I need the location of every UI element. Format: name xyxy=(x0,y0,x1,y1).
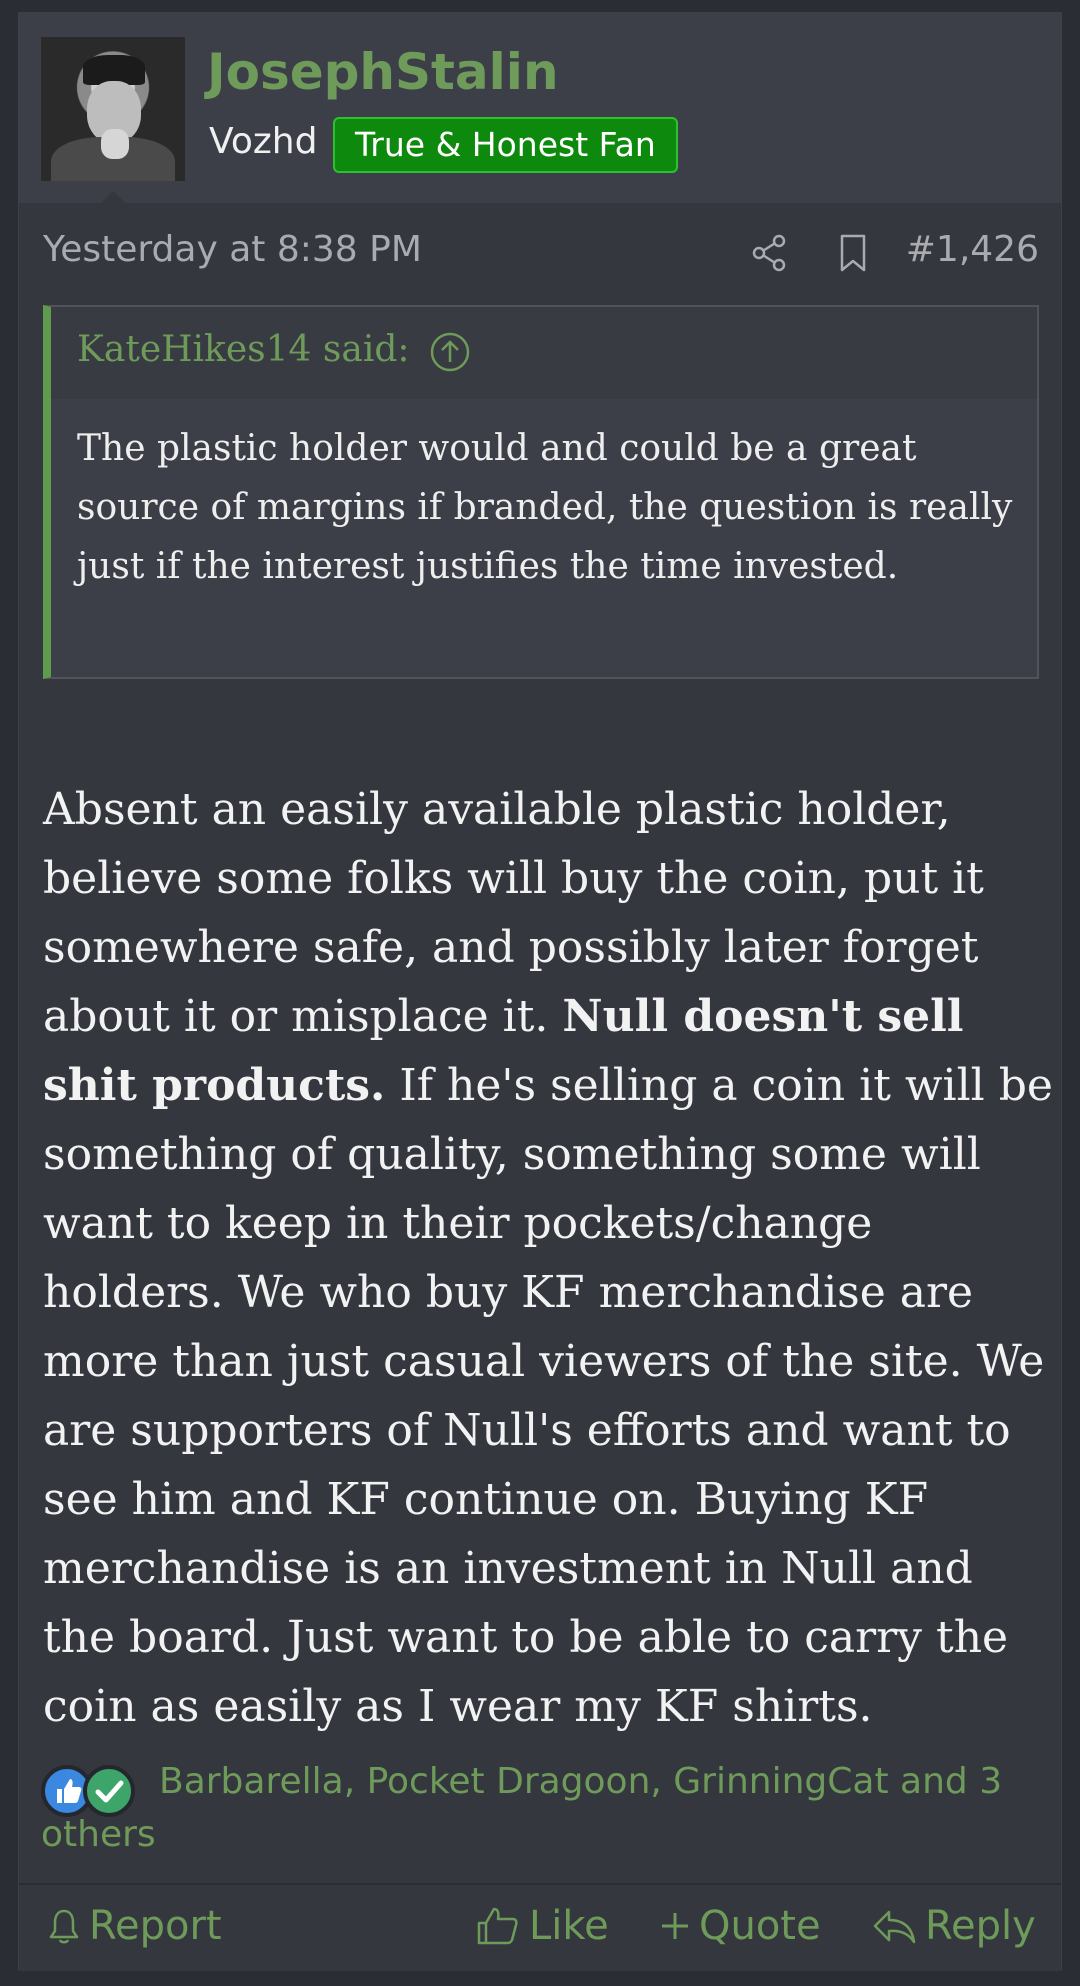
bookmark-icon[interactable] xyxy=(835,233,871,273)
post-card: JosephStalin Vozhd True & Honest Fan Yes… xyxy=(18,12,1062,1971)
thumbs-up-icon xyxy=(477,1907,518,1945)
like-label: Like xyxy=(529,1903,609,1949)
report-button[interactable]: Report xyxy=(47,1903,222,1949)
post-message: Absent an easily available plastic holde… xyxy=(43,775,1053,1741)
post-meta: Yesterday at 8:38 PM #1,426 xyxy=(19,221,1061,277)
like-button[interactable]: Like xyxy=(475,1903,609,1949)
avatar-notch xyxy=(101,191,125,203)
report-label: Report xyxy=(89,1903,222,1949)
arrow-up-circle-icon[interactable] xyxy=(429,331,471,373)
checkmark-reaction-icon xyxy=(83,1765,135,1817)
share-icon[interactable] xyxy=(749,233,789,273)
username[interactable]: JosephStalin xyxy=(207,43,559,101)
avatar[interactable] xyxy=(41,37,185,181)
user-banner: True & Honest Fan xyxy=(333,117,678,173)
quote-label: Quote xyxy=(699,1903,821,1949)
quote-button[interactable]: Quote xyxy=(659,1903,821,1949)
plus-icon xyxy=(662,1913,688,1939)
post-actions: Report Like Quote Reply xyxy=(19,1883,1061,1971)
reply-arrow-icon xyxy=(873,1910,916,1944)
message-text-2: If he's selling a coin it will be someth… xyxy=(43,1060,1053,1732)
bell-icon xyxy=(49,1909,79,1944)
post-user-header: JosephStalin Vozhd True & Honest Fan xyxy=(19,13,1061,203)
quote-header: KateHikes14 said: xyxy=(51,307,1037,399)
user-title: Vozhd xyxy=(209,121,318,162)
reply-button[interactable]: Reply xyxy=(871,1903,1036,1949)
reply-label: Reply xyxy=(925,1903,1036,1949)
quote-block: KateHikes14 said: The plastic holder wou… xyxy=(43,305,1039,679)
post-number[interactable]: #1,426 xyxy=(906,229,1039,270)
quote-body: The plastic holder would and could be a … xyxy=(77,428,1013,587)
reaction-users[interactable]: Barbarella, Pocket Dragoon, GrinningCat … xyxy=(41,1755,1031,1861)
post-date[interactable]: Yesterday at 8:38 PM xyxy=(43,229,422,270)
quote-author[interactable]: KateHikes14 said: xyxy=(77,329,410,370)
